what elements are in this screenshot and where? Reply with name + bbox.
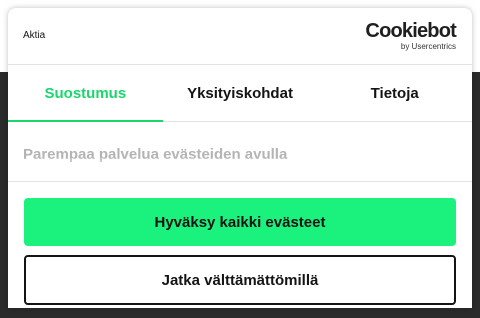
cookie-consent-dialog: Aktia Cookiebot by Usercentrics Suostumu… bbox=[8, 8, 472, 308]
consent-tabs: Suostumus Yksityiskohdat Tietoja bbox=[8, 65, 472, 122]
scroll-fade bbox=[8, 158, 472, 182]
cookiebot-logo-subtitle: by Usercentrics bbox=[400, 42, 456, 51]
dialog-content: Parempaa palvelua evästeiden avulla bbox=[8, 122, 472, 182]
dialog-header: Aktia Cookiebot by Usercentrics bbox=[8, 8, 472, 65]
accept-all-button[interactable]: Hyväksy kaikki evästeet bbox=[24, 198, 456, 246]
tab-tietoja[interactable]: Tietoja bbox=[317, 65, 472, 121]
tab-yksityiskohdat[interactable]: Yksityiskohdat bbox=[163, 65, 318, 121]
brand-name: Aktia bbox=[23, 30, 46, 41]
tab-suostumus[interactable]: Suostumus bbox=[8, 65, 163, 121]
cookiebot-logo[interactable]: Cookiebot by Usercentrics bbox=[365, 21, 456, 52]
dialog-footer: Hyväksy kaikki evästeet Jatka välttämätt… bbox=[8, 181, 472, 308]
cookiebot-logo-text: Cookiebot bbox=[365, 20, 456, 42]
necessary-only-button[interactable]: Jatka välttämättömillä bbox=[24, 255, 456, 305]
